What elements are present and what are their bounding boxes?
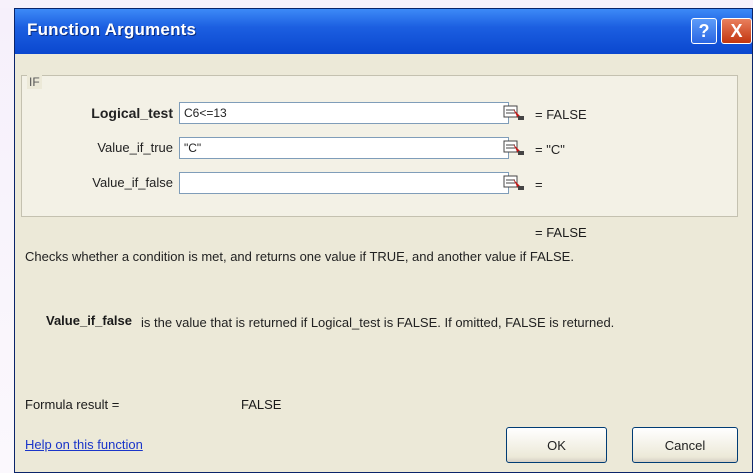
value-if-true-label: Value_if_true [97, 140, 173, 155]
close-icon: X [730, 21, 743, 41]
collapse-dialog-icon[interactable] [503, 103, 527, 123]
value-if-false-label: Value_if_false [92, 175, 173, 190]
help-button[interactable]: ? [691, 18, 717, 44]
help-on-function-link[interactable]: Help on this function [25, 437, 143, 452]
formula-result-label: Formula result = [25, 397, 120, 412]
current-parameter-description: is the value that is returned if Logical… [141, 315, 615, 330]
function-description: Checks whether a condition is met, and r… [25, 249, 574, 264]
function-name: IF [27, 75, 42, 89]
logical-test-result: = FALSE [535, 107, 587, 122]
background-left [0, 0, 14, 473]
question-mark-icon: ? [698, 21, 710, 41]
overall-result: = FALSE [535, 225, 587, 240]
collapse-dialog-icon[interactable] [503, 138, 527, 158]
value-if-false-result: = [535, 177, 543, 192]
background-top [0, 0, 753, 8]
close-button[interactable]: X [721, 18, 752, 44]
title-bar[interactable]: Function Arguments ? X [15, 9, 752, 54]
value-if-true-input[interactable] [179, 137, 509, 159]
collapse-dialog-icon[interactable] [503, 173, 527, 193]
dialog-title: Function Arguments [27, 20, 197, 39]
current-parameter-name: Value_if_false [46, 313, 132, 328]
formula-result-value: FALSE [241, 397, 282, 412]
cancel-button[interactable]: Cancel [632, 427, 738, 463]
logical-test-input[interactable] [179, 102, 509, 124]
function-arguments-dialog: Function Arguments ? X IF Logical_test =… [14, 8, 753, 473]
value-if-true-result: = "C" [535, 142, 565, 157]
value-if-false-input[interactable] [179, 172, 509, 194]
ok-button[interactable]: OK [506, 427, 607, 463]
logical-test-label: Logical_test [91, 105, 173, 121]
